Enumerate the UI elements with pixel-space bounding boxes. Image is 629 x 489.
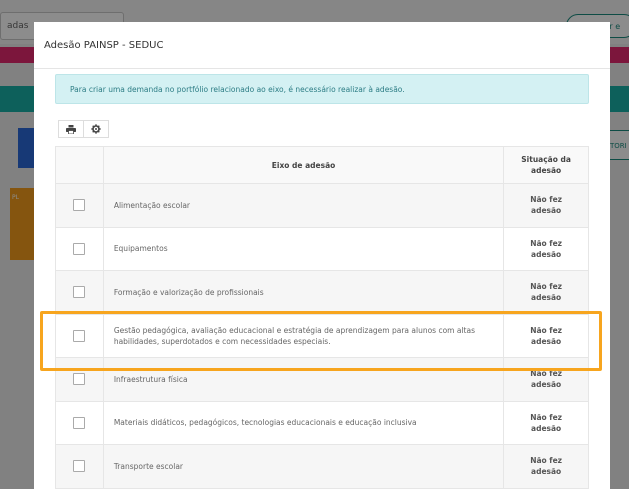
modal-header-divider [34, 68, 610, 69]
info-alert: Para criar uma demanda no portfólio rela… [55, 74, 589, 104]
table-row: Formação e valorização de profissionais … [55, 271, 589, 315]
row-situacao: Não fez adesão [530, 282, 563, 303]
print-icon [66, 124, 76, 134]
modal-title: Adesão PAINSP - SEDUC [44, 40, 164, 51]
table-toolbar [58, 120, 109, 138]
gear-icon [91, 124, 101, 134]
row-check-cell [56, 401, 104, 444]
table-row: Transporte escolar Não fez adesão [55, 445, 589, 489]
row-checkbox[interactable] [73, 416, 86, 429]
adesao-modal: Adesão PAINSP - SEDUC Para criar uma dem… [34, 22, 610, 489]
table-row: Equipamentos Não fez adesão [55, 227, 589, 271]
row-checkbox[interactable] [73, 460, 86, 473]
row-checkbox[interactable] [73, 199, 86, 212]
row-situacao: Não fez adesão [530, 456, 563, 477]
row-check-cell [56, 445, 104, 488]
row-checkbox[interactable] [73, 286, 86, 299]
row-check-cell [56, 184, 104, 227]
header-eixo: Eixo de adesão [104, 147, 505, 183]
row-situacao: Não fez adesão [530, 369, 563, 390]
table-row: Materiais didáticos, pedagógicos, tecnol… [55, 401, 589, 445]
row-checkbox[interactable] [73, 329, 86, 342]
row-eixo: Transporte escolar [104, 445, 505, 488]
table-header: Eixo de adesão Situação da adesão [55, 146, 589, 184]
row-situacao: Não fez adesão [530, 412, 563, 433]
table-row: Gestão pedagógica, avaliação educacional… [55, 314, 589, 358]
row-situacao: Não fez adesão [530, 195, 563, 216]
row-check-cell [56, 314, 104, 357]
row-check-cell [56, 271, 104, 314]
row-eixo: Infraestrutura física [104, 358, 505, 401]
row-eixo: Materiais didáticos, pedagógicos, tecnol… [104, 401, 505, 444]
row-eixo: Formação e valorização de profissionais [104, 271, 505, 314]
header-situacao: Situação da adesão [521, 155, 571, 175]
settings-button[interactable] [83, 120, 109, 138]
adesao-table: Eixo de adesão Situação da adesão Alimen… [55, 146, 589, 489]
row-check-cell [56, 227, 104, 270]
row-situacao: Não fez adesão [530, 325, 563, 346]
table-row: Infraestrutura física Não fez adesão [55, 358, 589, 402]
row-eixo: Equipamentos [104, 227, 505, 270]
row-check-cell [56, 358, 104, 401]
table-row: Alimentação escolar Não fez adesão [55, 184, 589, 228]
row-checkbox[interactable] [73, 373, 86, 386]
row-eixo: Alimentação escolar [104, 184, 505, 227]
header-check-column [56, 147, 104, 183]
row-situacao: Não fez adesão [530, 238, 563, 259]
row-checkbox[interactable] [73, 242, 86, 255]
print-button[interactable] [58, 120, 84, 138]
row-eixo: Gestão pedagógica, avaliação educacional… [104, 314, 505, 357]
